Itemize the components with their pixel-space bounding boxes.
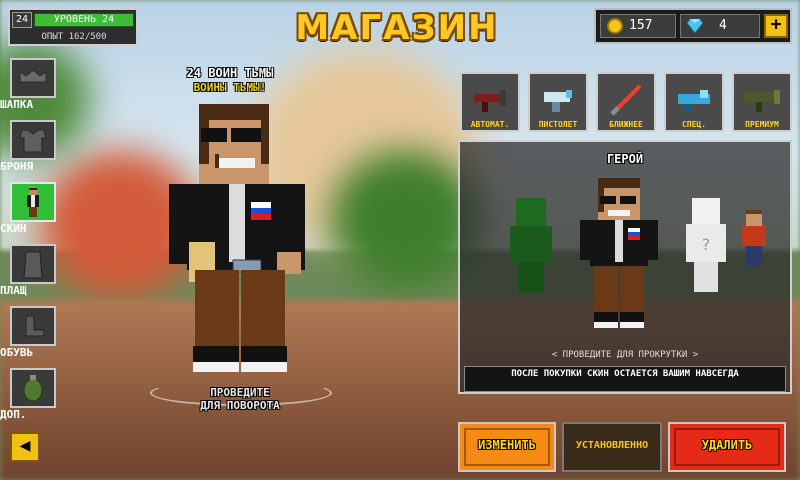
- svg-text:?: ?: [702, 235, 711, 254]
- category-armor[interactable]: [10, 120, 56, 160]
- cape-icon: [23, 251, 43, 279]
- category-gear[interactable]: [10, 368, 56, 408]
- boots-icon: [25, 315, 45, 337]
- scroll-hint: < ПРОВЕДИТЕ ДЛЯ ПРОКРУТКИ >: [551, 350, 699, 360]
- assault-rifle-icon: [474, 90, 506, 112]
- rotate-hint: ПРОВЕДИТЕ ДЛЯ ПОВОРОТА: [160, 386, 320, 412]
- player-name: 24 ВОИН ТЬМЫ: [186, 66, 274, 80]
- coins-counter: 157: [600, 14, 676, 38]
- grenade-icon: [23, 375, 43, 402]
- lightsaber-icon: [610, 84, 642, 116]
- skin-name: ГЕРОЙ: [606, 152, 644, 166]
- level-badge: 24: [12, 12, 32, 28]
- installed-status-label: УСТАНОВЛЕННО: [575, 440, 649, 451]
- tab-pistol[interactable]: ПИСТОЛЕТ: [528, 72, 588, 132]
- gems-value: 4: [719, 18, 727, 33]
- coin-icon: [607, 18, 623, 34]
- tab-special[interactable]: СПЕЦ.: [664, 72, 724, 132]
- tab-assault[interactable]: АВТОМАТ.: [460, 72, 520, 132]
- skin-preview-hero[interactable]: [580, 178, 660, 336]
- tab-premium[interactable]: ПРЕМИУМ: [732, 72, 792, 132]
- currency-panel: 157 4 +: [594, 8, 792, 44]
- category-boots[interactable]: [10, 306, 56, 346]
- category-hat-label: ШАПКА: [0, 98, 34, 111]
- category-cape-label: ПЛАЩ: [0, 284, 27, 297]
- skin-preview-custom[interactable]: ?: [684, 198, 728, 294]
- tab-premium-label: ПРЕМИУМ: [745, 120, 779, 129]
- tab-special-label: СПЕЦ.: [681, 120, 707, 129]
- skin-preview-creeper[interactable]: [506, 198, 556, 294]
- plus-icon: +: [770, 14, 782, 35]
- skin-preview-next[interactable]: [740, 210, 768, 270]
- change-button-label: ИЗМЕНИТЬ: [478, 438, 536, 452]
- delete-button[interactable]: УДАЛИТЬ: [668, 422, 786, 472]
- pistol-icon: [544, 90, 572, 112]
- coins-value: 157: [629, 18, 653, 33]
- tab-melee-label: БЛИЖНЕЕ: [609, 120, 643, 129]
- skin-icon: [27, 187, 39, 217]
- rotate-hint-line2: ДЛЯ ПОВОРОТА: [200, 399, 280, 412]
- add-currency-button[interactable]: +: [764, 14, 788, 38]
- info-text: ПОСЛЕ ПОКУПКИ СКИН ОСТАЕТСЯ ВАШИМ НАВСЕГ…: [511, 369, 739, 379]
- delete-button-label: УДАЛИТЬ: [701, 438, 753, 452]
- level-bar: УРОВЕНЬ 24: [34, 13, 134, 27]
- change-button[interactable]: ИЗМЕНИТЬ: [458, 422, 556, 472]
- category-armor-label: БРОНЯ: [0, 160, 34, 173]
- arrow-left-icon: ◀: [19, 435, 31, 456]
- level-panel: 24 УРОВЕНЬ 24 ОПЫТ 162/500: [8, 8, 138, 46]
- tab-pistol-label: ПИСТОЛЕТ: [538, 120, 578, 129]
- category-cape[interactable]: [10, 244, 56, 284]
- skins-carousel[interactable]: ГЕРОЙ ? < ПРОВЕДИТЕ ДЛЯ ПРОКРУТКИ > ПОСЛ…: [458, 140, 792, 394]
- category-skin-label: СКИН: [0, 222, 27, 235]
- diamond-icon: [687, 19, 703, 33]
- installed-status: УСТАНОВЛЕННО: [562, 422, 662, 472]
- back-button[interactable]: ◀: [10, 432, 40, 462]
- info-box: ПОСЛЕ ПОКУПКИ СКИН ОСТАЕТСЯ ВАШИМ НАВСЕГ…: [464, 366, 786, 392]
- tab-assault-label: АВТОМАТ.: [470, 120, 510, 129]
- tab-melee[interactable]: БЛИЖНЕЕ: [596, 72, 656, 132]
- category-boots-label: ОБУВЬ: [0, 346, 34, 359]
- level-label: УРОВЕНЬ 24: [53, 14, 115, 25]
- xp-text: ОПЫТ 162/500: [41, 32, 107, 42]
- special-weapon-icon: [678, 90, 710, 112]
- hat-icon: [19, 69, 47, 83]
- rotate-hint-line1: ПРОВЕДИТЕ: [210, 386, 270, 399]
- category-hat[interactable]: [10, 58, 56, 98]
- rocket-launcher-icon: [744, 90, 780, 112]
- armor-icon: [19, 129, 47, 153]
- category-gear-label: ДОП.: [0, 408, 27, 421]
- player-character[interactable]: [165, 92, 325, 388]
- category-skin[interactable]: [10, 182, 56, 222]
- gems-counter: 4: [680, 14, 760, 38]
- page-title: МАГАЗИН: [295, 8, 499, 48]
